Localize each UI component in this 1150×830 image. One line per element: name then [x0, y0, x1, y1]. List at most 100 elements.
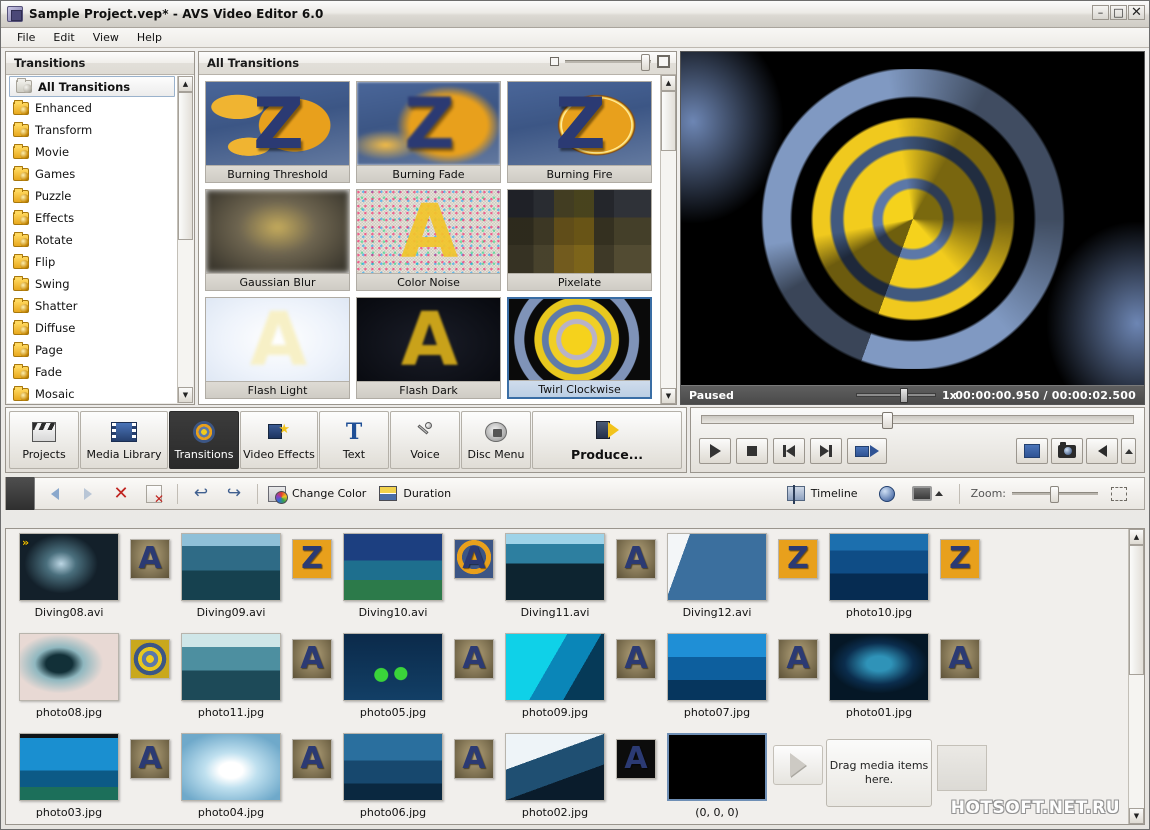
video-preview-area[interactable] — [681, 52, 1144, 385]
maximize-button[interactable]: □ — [1110, 5, 1127, 20]
seek-slider[interactable] — [701, 415, 1134, 424]
transition-tile-burning-threshold[interactable]: ZBurning Threshold — [205, 81, 350, 183]
menu-view[interactable]: View — [85, 29, 127, 46]
storyboard-transition[interactable] — [122, 633, 178, 679]
delete-button[interactable]: ✕ — [106, 480, 136, 507]
storyboard-clip[interactable]: photo03.jpg — [16, 733, 122, 819]
storyboard-add-transition-placeholder[interactable] — [770, 733, 826, 785]
transition-tile-burning-fire[interactable]: ZBurning Fire — [507, 81, 652, 183]
sidebar-item-flip[interactable]: Flip — [7, 251, 177, 273]
zoom-slider[interactable] — [1012, 492, 1098, 495]
storyboard-transition[interactable]: A — [284, 733, 340, 779]
sidebar-item-movie[interactable]: Movie — [7, 141, 177, 163]
sidebar-item-enhanced[interactable]: Enhanced — [7, 97, 177, 119]
scroll-thumb[interactable] — [178, 92, 193, 240]
storyboard-transition[interactable]: A — [122, 733, 178, 779]
forward-button[interactable] — [73, 480, 103, 507]
menu-help[interactable]: Help — [129, 29, 170, 46]
storyboard-clip[interactable]: photo10.jpg — [826, 533, 932, 619]
storyboard-transition[interactable]: A — [284, 633, 340, 679]
sidebar-item-rotate[interactable]: Rotate — [7, 229, 177, 251]
toolbar-button-disc-menu[interactable]: Disc Menu — [461, 411, 531, 469]
toolbar-button-media-library[interactable]: Media Library — [80, 411, 168, 469]
storyboard-transition[interactable]: A — [446, 533, 502, 579]
speed-slider-knob[interactable] — [900, 388, 908, 403]
delete-all-button[interactable]: ✕ — [139, 480, 169, 507]
scroll-thumb[interactable] — [1129, 545, 1144, 675]
scroll-track[interactable] — [178, 92, 193, 387]
transition-tile-color-noise[interactable]: AColor Noise — [356, 189, 501, 291]
storyboard-transition[interactable]: A — [446, 733, 502, 779]
close-button[interactable]: ✕ — [1128, 5, 1145, 20]
thumbnail-size-track[interactable] — [565, 60, 651, 63]
sidebar-item-mosaic[interactable]: Mosaic — [7, 383, 177, 403]
sidebar-item-diffuse[interactable]: Diffuse — [7, 317, 177, 339]
duration-button[interactable]: Duration — [377, 486, 459, 501]
scroll-up-button[interactable]: ▲ — [178, 76, 193, 92]
transition-tile-flash-dark[interactable]: AFlash Dark — [356, 297, 501, 399]
speed-slider-track[interactable] — [856, 393, 936, 397]
sidebar-item-swing[interactable]: Swing — [7, 273, 177, 295]
menu-file[interactable]: File — [9, 29, 43, 46]
scroll-thumb[interactable] — [661, 91, 676, 151]
transition-tile-burning-fade[interactable]: ZBurning Fade — [356, 81, 501, 183]
play-button[interactable] — [699, 438, 731, 464]
storyboard-clip[interactable]: photo01.jpg — [826, 633, 932, 719]
transition-tile-gaussian-blur[interactable]: Gaussian Blur — [205, 189, 350, 291]
storyboard-transition[interactable]: A — [446, 633, 502, 679]
toolbar-button-video-effects[interactable]: ★Video Effects — [240, 411, 318, 469]
transition-tile-flash-light[interactable]: AFlash Light — [205, 297, 350, 399]
storyboard-transition[interactable]: Z — [770, 533, 826, 579]
transition-tile-twirl-clockwise[interactable]: Twirl Clockwise — [507, 297, 652, 399]
toolbar-button-text[interactable]: TText — [319, 411, 389, 469]
storyboard-transition[interactable]: A — [608, 733, 664, 779]
toolbar-button-produce[interactable]: Produce... — [532, 411, 682, 469]
storyboard-clip[interactable]: photo02.jpg — [502, 733, 608, 819]
sidebar-item-effects[interactable]: Effects — [7, 207, 177, 229]
toolbar-button-projects[interactable]: Projects — [9, 411, 79, 469]
scroll-down-button[interactable]: ▼ — [1129, 808, 1144, 824]
storyboard-transition[interactable]: A — [608, 633, 664, 679]
storyboard-clip[interactable]: Diving11.avi — [502, 533, 608, 619]
back-button[interactable] — [40, 480, 70, 507]
transition-tile-pixelate[interactable]: Pixelate — [507, 189, 652, 291]
storyboard-transition[interactable]: A — [932, 633, 988, 679]
redo-button[interactable]: ↪ — [219, 480, 249, 507]
preview-clip-button[interactable] — [847, 438, 887, 464]
previous-frame-button[interactable] — [773, 438, 805, 464]
storyboard-clip[interactable]: Diving10.avi — [340, 533, 446, 619]
thumbnail-size-slider[interactable] — [550, 55, 670, 68]
small-thumbnail-icon[interactable] — [550, 57, 559, 66]
transitions-scrollbar[interactable]: ▲ ▼ — [660, 75, 676, 404]
storyboard-transition[interactable]: Z — [932, 533, 988, 579]
scroll-down-button[interactable]: ▼ — [178, 387, 193, 403]
storyboard-clip[interactable]: Diving12.avi — [664, 533, 770, 619]
storyboard-clip[interactable]: photo04.jpg — [178, 733, 284, 819]
storyboard-clip[interactable]: photo07.jpg — [664, 633, 770, 719]
snapshot-button[interactable] — [1051, 438, 1083, 464]
sidebar-item-puzzle[interactable]: Puzzle — [7, 185, 177, 207]
storyboard-clip[interactable]: (0, 0, 0) — [664, 733, 770, 819]
sidebar-item-fade[interactable]: Fade — [7, 361, 177, 383]
storyboard-clip[interactable]: photo05.jpg — [340, 633, 446, 719]
volume-button[interactable] — [1086, 438, 1118, 464]
storyboard-empty-slot[interactable] — [932, 733, 988, 791]
sidebar-item-transform[interactable]: Transform — [7, 119, 177, 141]
scroll-down-button[interactable]: ▼ — [661, 388, 676, 404]
scroll-up-button[interactable]: ▲ — [661, 75, 676, 91]
seek-slider-knob[interactable] — [882, 412, 893, 429]
minimize-button[interactable]: – — [1092, 5, 1109, 20]
undo-button[interactable]: ↩ — [186, 480, 216, 507]
fit-to-screen-button[interactable] — [1104, 480, 1134, 507]
storyboard-clip[interactable]: photo06.jpg — [340, 733, 446, 819]
menu-edit[interactable]: Edit — [45, 29, 82, 46]
storyboard-clip[interactable]: photo09.jpg — [502, 633, 608, 719]
sidebar-item-shatter[interactable]: Shatter — [7, 295, 177, 317]
scroll-up-button[interactable]: ▲ — [1129, 529, 1144, 545]
volume-expand-button[interactable] — [1121, 438, 1136, 464]
timeline-mode-button[interactable]: Timeline — [785, 486, 866, 501]
storyboard-clip[interactable]: photo08.jpg — [16, 633, 122, 719]
storyboard-transition[interactable]: A — [122, 533, 178, 579]
storyboard-clip[interactable]: »Diving08.avi — [16, 533, 122, 619]
scroll-track[interactable] — [1129, 545, 1144, 808]
